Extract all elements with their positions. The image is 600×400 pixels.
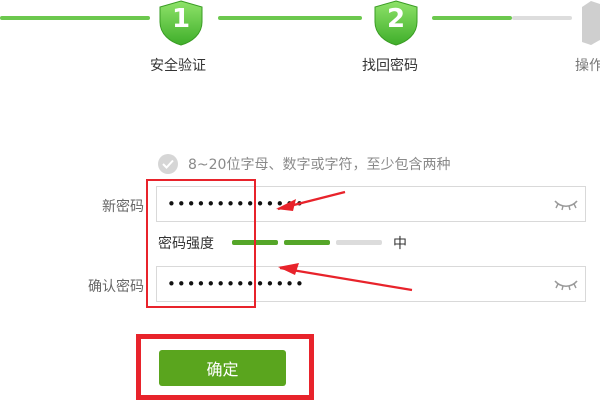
annotation-arrows (276, 190, 413, 292)
